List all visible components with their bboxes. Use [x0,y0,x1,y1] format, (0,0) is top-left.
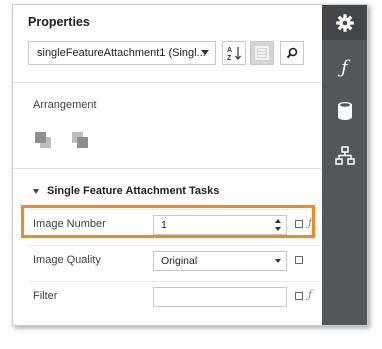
property-label: Image Quality [33,254,101,266]
panel-title: Properties [28,15,90,29]
component-select-value: singleFeatureAttachment1 (Singl... [37,47,206,59]
gear-icon [335,13,354,32]
rail-data-button[interactable] [322,93,367,128]
rail-structure-button[interactable] [322,138,367,173]
expression-checkbox[interactable] [295,256,303,264]
properties-panel: Properties singleFeatureAttachment1 (Sin… [12,4,368,326]
function-icon[interactable]: ƒ [308,288,312,301]
image-quality-value: Original [161,255,198,267]
svg-text:A: A [227,47,232,54]
filter-input[interactable] [153,287,287,307]
component-select[interactable]: singleFeatureAttachment1 (Singl... [28,41,216,65]
arrangement-label: Arrangement [33,99,97,111]
send-to-back-icon[interactable] [71,131,89,149]
highlight-box [21,205,315,238]
properties-main: Properties singleFeatureAttachment1 (Sin… [13,5,322,325]
database-icon [337,101,352,120]
rail-expressions-button[interactable]: ƒ [322,50,367,85]
divider [13,168,322,169]
property-row-image-quality: Image Quality Original [28,245,322,275]
property-row-filter: Filter ƒ [28,281,322,311]
search-icon [286,47,298,59]
sort-az-button[interactable]: A Z [222,41,246,65]
chevron-down-icon [275,259,281,263]
expression-checkbox[interactable] [295,292,303,300]
function-icon: ƒ [341,57,348,78]
svg-text:Z: Z [227,55,232,61]
property-label: Filter [33,290,58,302]
rail-properties-button[interactable] [322,5,367,40]
categories-button[interactable] [250,41,274,65]
hierarchy-icon [334,145,355,165]
search-button[interactable] [280,41,304,65]
sort-az-icon: A Z [227,47,241,61]
group-title: Single Feature Attachment Tasks [47,185,220,197]
group-header[interactable]: Single Feature Attachment Tasks [33,185,219,197]
categories-icon [255,46,269,60]
chevron-down-icon [201,50,209,55]
divider [13,82,322,83]
image-quality-dropdown[interactable]: Original [153,251,287,271]
bring-to-front-icon[interactable] [34,131,52,149]
collapse-triangle-icon [33,188,39,194]
side-rail: ƒ [322,5,367,325]
